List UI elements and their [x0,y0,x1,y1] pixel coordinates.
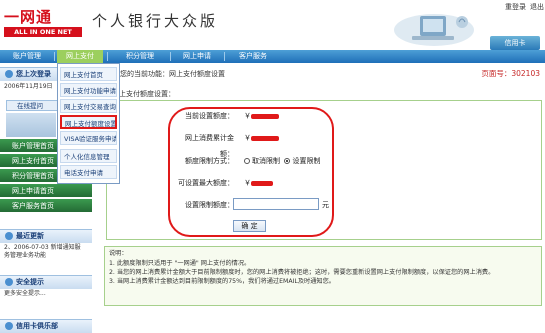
current-function: 您的当前功能：网上支付额度设置 [120,70,225,78]
header-links: 重登录 退出 [482,2,544,12]
menu-item-transaction-query[interactable]: 网上支付交易查询 [60,99,117,113]
credit-card-button[interactable]: 信用卡 [490,36,540,50]
logo-text: 一网通 [4,8,53,26]
site-title: 个人银行大众版 [92,12,219,30]
card-club-title: 信用卡俱乐部 [16,322,58,330]
card-club-header[interactable]: 信用卡俱乐部 [0,319,92,333]
menu-item-visa-verification[interactable]: VISA验证服务申请 [60,131,117,145]
sidebar-item-service-home[interactable]: 客户服务首页 [0,199,92,213]
notes-title: 说明： [109,250,128,257]
main-nav: 账户管理 网上支付 积分管理 网上申请 客户服务 [0,50,545,63]
annotation-highlight-oval [168,107,334,237]
menu-item-function-apply[interactable]: 网上支付功能申请 [60,83,117,97]
nav-customer-service[interactable]: 客户服务 [228,50,278,63]
note-line-3: 3. 当网上消费累计金额达到目前限制额度的75%，我们将通过EMAIL及时通知您… [109,278,335,285]
menu-item-payment-home[interactable]: 网上支付首页 [60,67,117,81]
page-number: 页面号：302103 [481,69,540,78]
online-help-label: 在线提问 [17,102,43,110]
safety-tips-header: 安全提示 [0,275,92,289]
online-help-button[interactable]: 在线提问 [6,100,58,111]
card-icon [5,322,13,330]
latest-update-line-2[interactable]: 务管理业务功能 [4,252,92,260]
nav-separator [170,52,171,61]
sidebar-item-application-home[interactable]: 网上申请首页 [0,184,92,198]
online-payment-dropdown: 网上支付首页 网上支付功能申请 网上支付交易查询 网上支付额度设置 VISA验证… [57,63,120,184]
menu-item-phone-payment[interactable]: 电话支付申请 [60,165,117,179]
panel-title: 网上支付额度设置： [112,90,175,98]
nav-points-management[interactable]: 积分管理 [115,50,165,63]
shield-icon [5,278,13,286]
nav-online-payment[interactable]: 网上支付 [57,50,103,63]
nav-separator [107,52,108,61]
nav-account-management[interactable]: 账户管理 [4,50,50,63]
relogin-link[interactable]: 重登录 [505,3,526,11]
nav-online-application[interactable]: 网上申请 [174,50,220,63]
safety-tips-title: 安全提示 [16,278,44,286]
header-decoration-image [382,8,482,48]
update-icon [5,232,13,240]
advertisement-image [6,113,56,137]
instructions-box: 说明： 1. 此额度限制只适用于 "一网通" 网上支付的情况。 2. 当您的网上… [104,246,542,306]
header: 一网通 ALL IN ONE NET 个人银行大众版 重登录 退出 信用卡 [0,0,545,50]
latest-updates-header: 最近更新 [0,229,92,243]
info-icon [5,70,13,78]
logo-subtitle: ALL IN ONE NET [4,27,82,37]
note-line-1: 1. 此额度限制只适用于 "一网通" 网上支付的情况。 [109,260,251,267]
logout-link[interactable]: 退出 [530,3,544,11]
more-safety-tips-link[interactable]: 更多安全提示... [4,290,92,298]
note-line-2: 2. 当您的网上消费累计金额大于目前限制额度时，您的网上消费将被拒绝；这时，需要… [109,269,495,276]
nav-separator [54,52,55,61]
menu-item-personal-info[interactable]: 个人化信息管理 [60,149,117,163]
latest-update-line-1[interactable]: 2、2006-07-03 新增通知服 [4,244,92,252]
nav-separator [224,52,225,61]
last-login-title: 您上次登录 [16,70,51,78]
latest-updates-title: 最近更新 [16,232,44,240]
menu-item-limit-settings[interactable]: 网上支付额度设置 [60,115,117,129]
